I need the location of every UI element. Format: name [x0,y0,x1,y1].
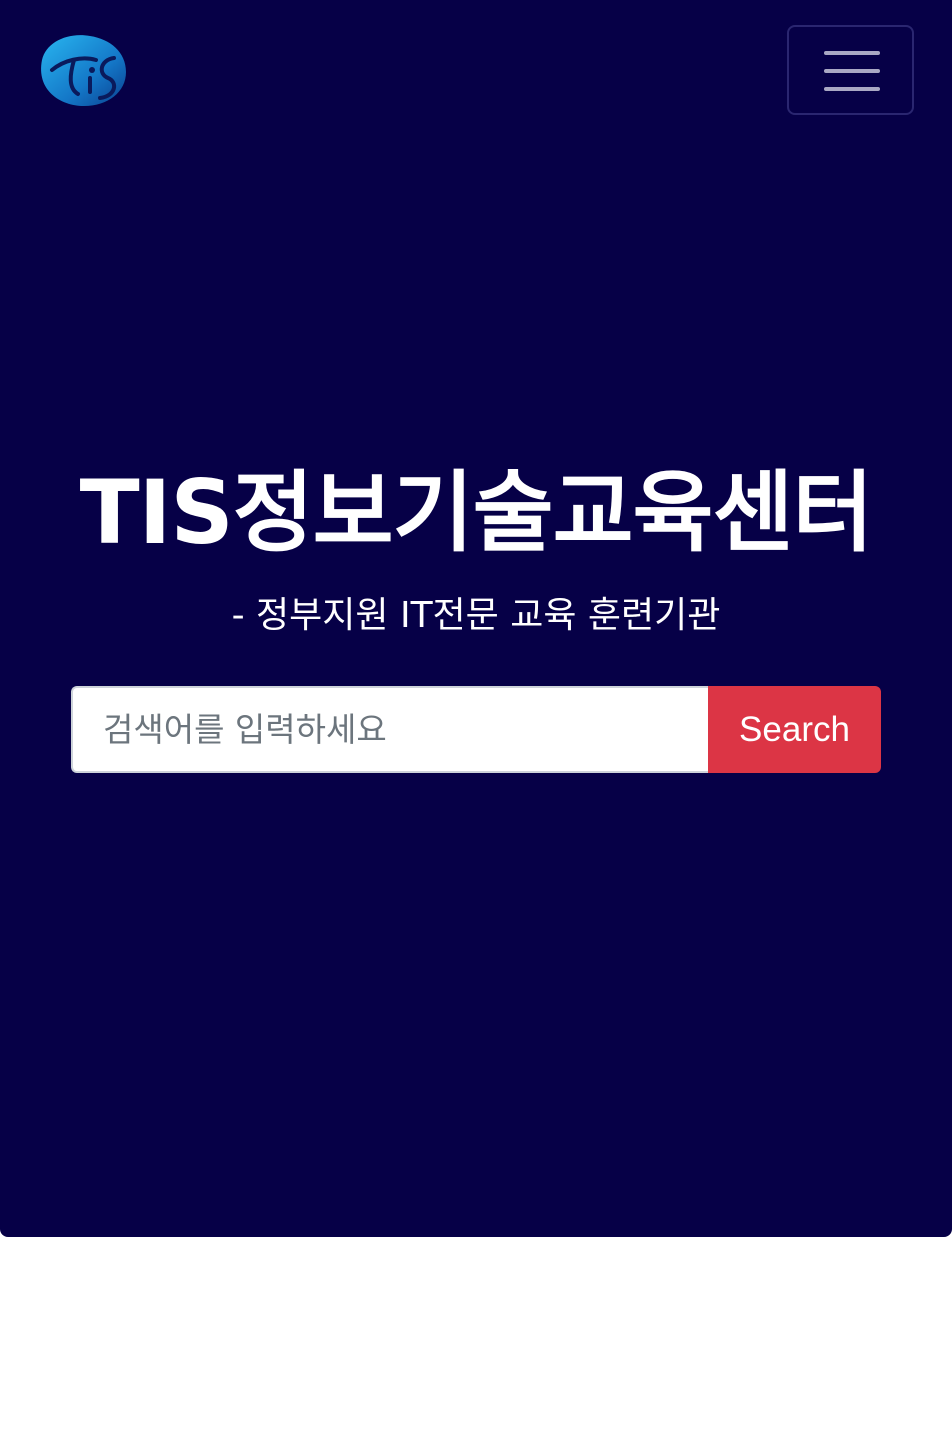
tis-logo[interactable] [34,30,130,110]
search-button[interactable]: Search [708,686,881,773]
tis-logo-icon [41,35,126,106]
page-title: TIS정보기술교육센터 [79,461,874,564]
hamburger-menu-button[interactable] [787,25,914,115]
search-input[interactable] [71,686,708,773]
page-subtitle: - 정부지원 IT전문 교육 훈련기관 [231,595,721,636]
hero-section: TIS정보기술교육센터 - 정부지원 IT전문 교육 훈련기관 Search [0,0,952,1237]
